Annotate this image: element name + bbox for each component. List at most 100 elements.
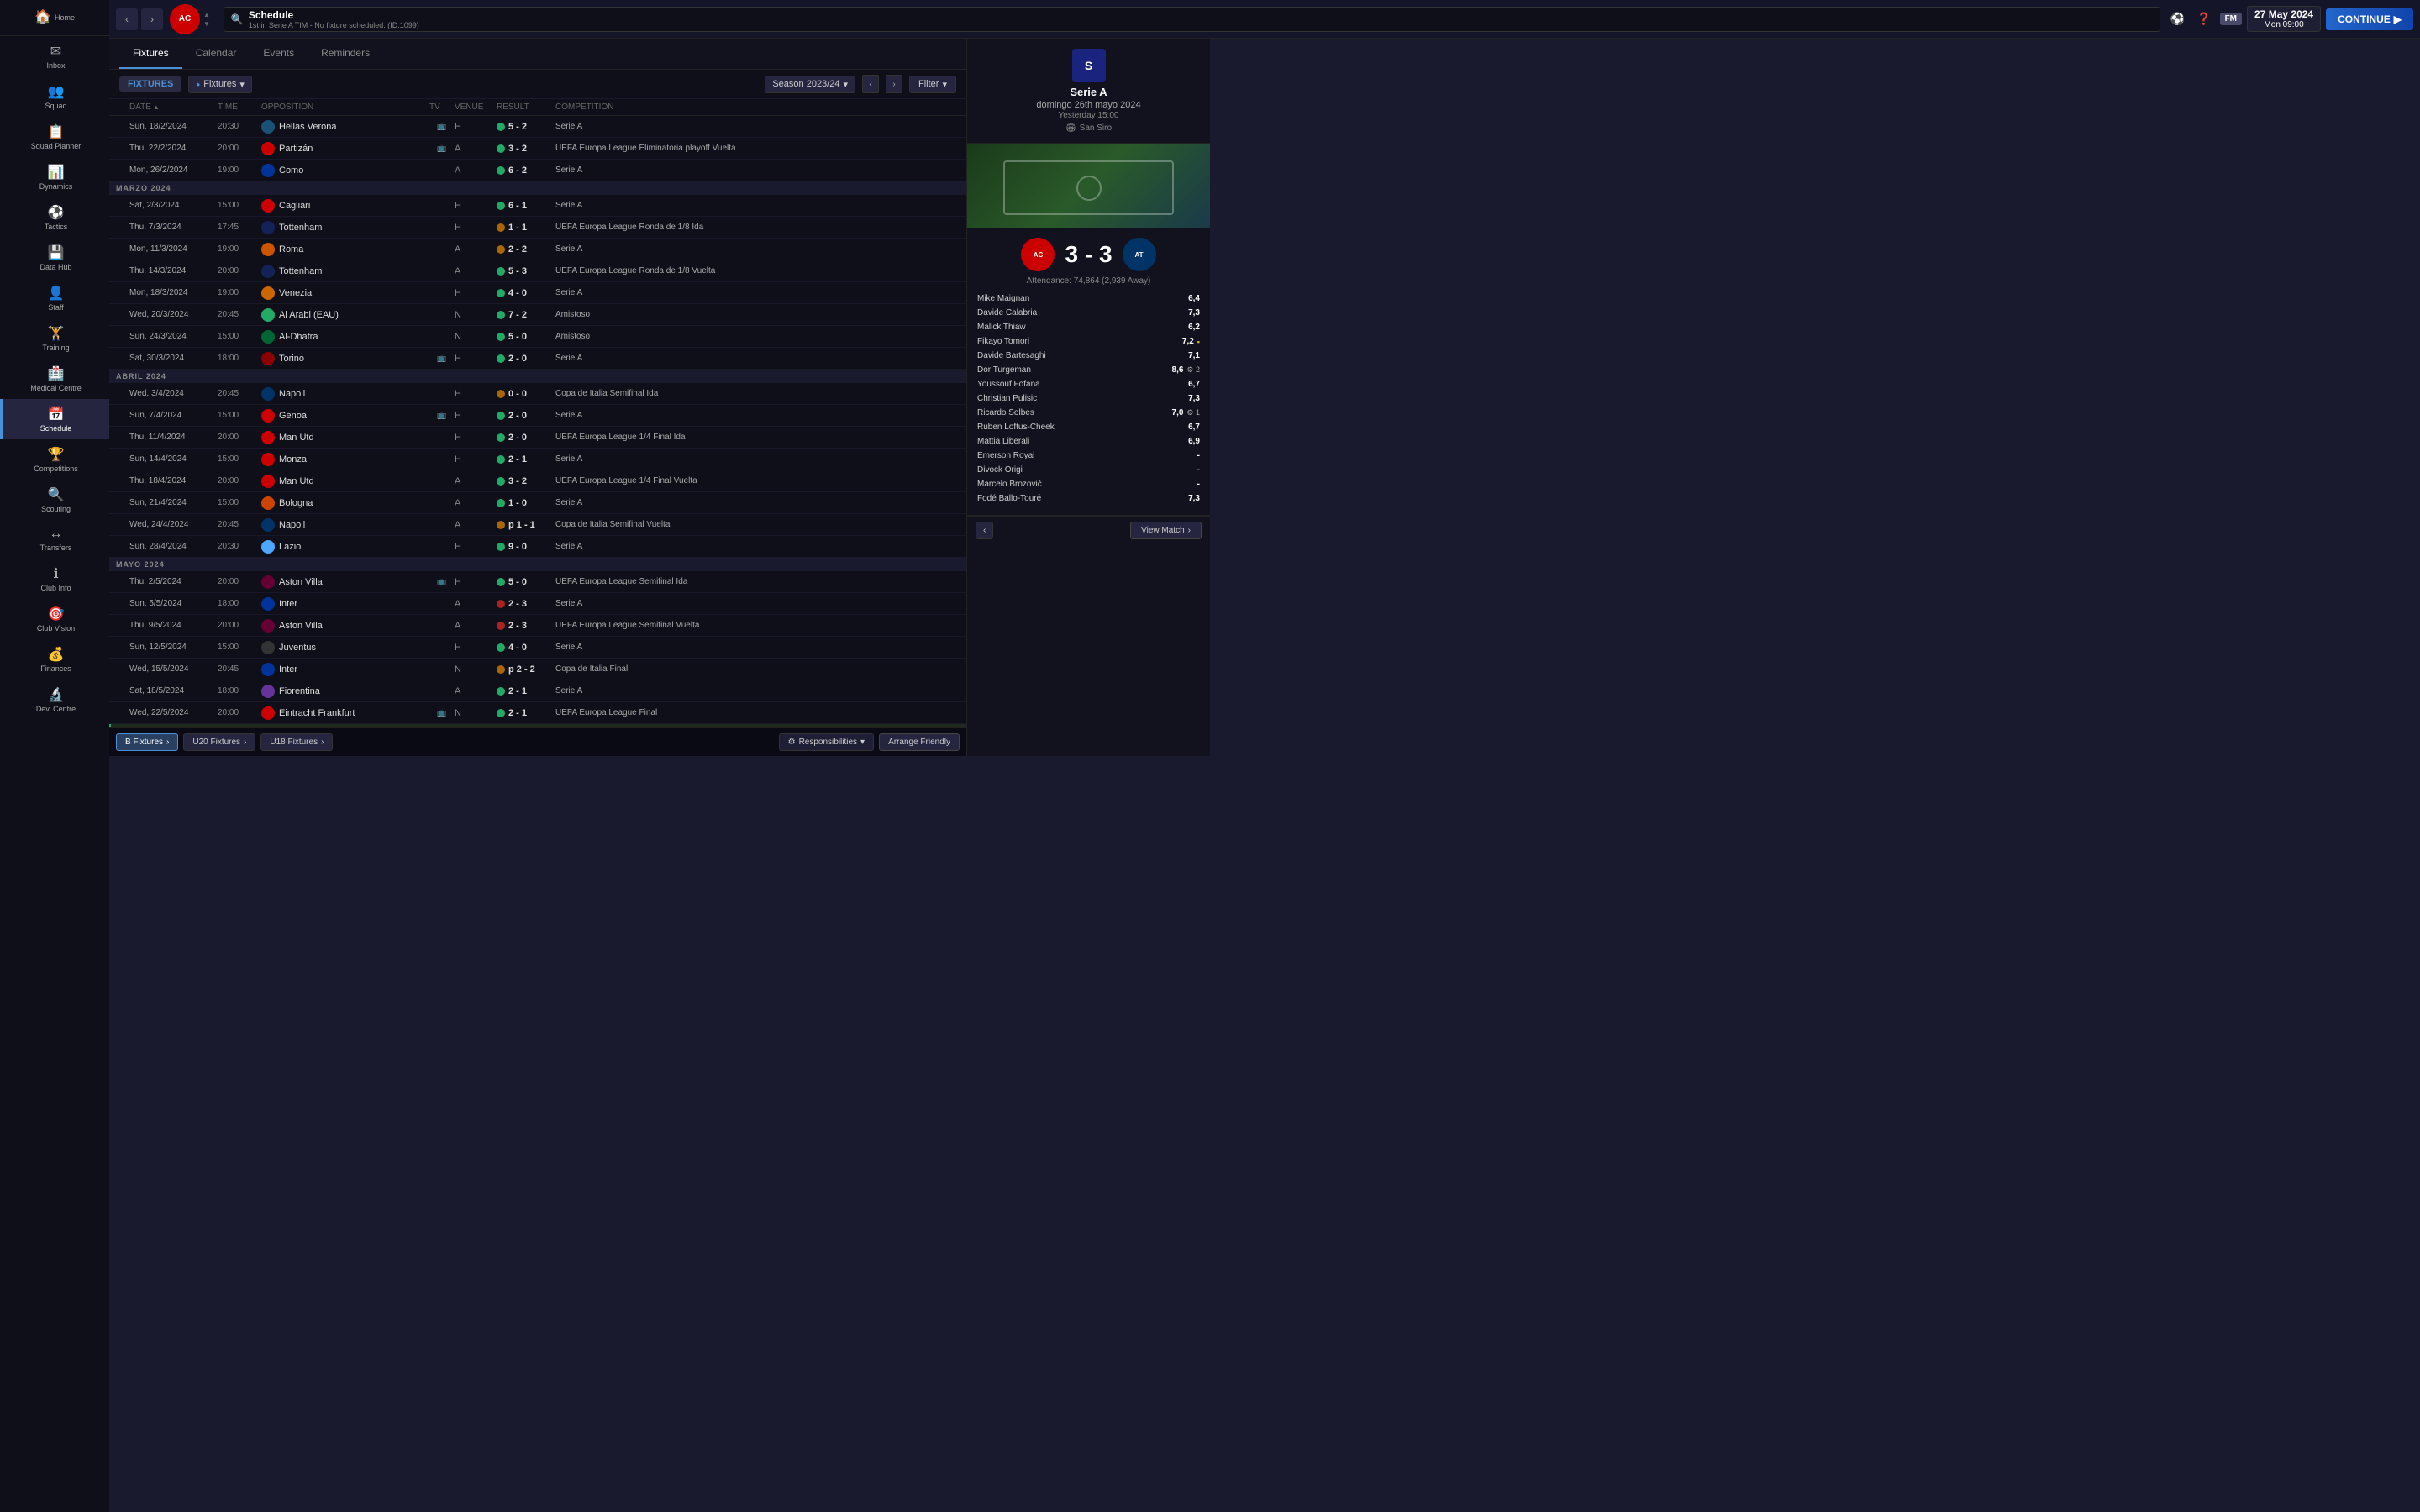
- player-score: 7,2: [1174, 337, 1194, 346]
- fixture-opposition: Cagliari: [261, 199, 429, 213]
- result-score: 6 - 1: [508, 201, 527, 211]
- sidebar-label-staff: Staff: [48, 303, 63, 312]
- search-bar[interactable]: 🔍 Schedule 1st in Serie A TIM - No fixtu…: [224, 7, 2160, 32]
- fixture-opposition: Napoli: [261, 518, 429, 532]
- team-name: Aston Villa: [279, 577, 323, 587]
- fixture-time: 20:00: [218, 433, 261, 442]
- sidebar-item-dev-centre[interactable]: 🔬Dev. Centre: [0, 680, 109, 720]
- table-row[interactable]: Sat, 18/5/2024 18:00 Fiorentina A 2 - 1 …: [109, 680, 966, 702]
- table-row[interactable]: Thu, 22/2/2024 20:00 Partizán 📺 A 3 - 2 …: [109, 138, 966, 160]
- nav-forward-button[interactable]: ›: [141, 8, 163, 30]
- continue-button[interactable]: CONTINUE ▶: [2326, 8, 2413, 30]
- sidebar-item-squad[interactable]: 👥Squad: [0, 76, 109, 117]
- sidebar-item-transfers[interactable]: ↔Transfers: [0, 520, 109, 559]
- table-row[interactable]: Mon, 26/2/2024 19:00 Como A 6 - 2 Serie …: [109, 160, 966, 181]
- result-dot: [497, 412, 505, 420]
- table-row[interactable]: Wed, 15/5/2024 20:45 Inter N p 2 - 2 Cop…: [109, 659, 966, 680]
- player-score: 6,4: [1180, 294, 1200, 303]
- responsibilities-button[interactable]: ⚙ Responsibilities ▾: [779, 733, 874, 751]
- team-name: Como: [279, 165, 303, 176]
- b-fixtures-button[interactable]: B Fixtures ›: [116, 733, 178, 751]
- help-icon[interactable]: ⚽: [2167, 8, 2188, 29]
- sidebar-item-staff[interactable]: 👤Staff: [0, 278, 109, 318]
- season-select[interactable]: Season 2023/24 ▾: [765, 76, 855, 93]
- table-row[interactable]: Sun, 21/4/2024 15:00 Bologna A 1 - 0 Ser…: [109, 492, 966, 514]
- sidebar-item-tactics[interactable]: ⚽Tactics: [0, 197, 109, 238]
- table-row[interactable]: Sat, 2/3/2024 15:00 Cagliari H 6 - 1 Ser…: [109, 195, 966, 217]
- table-row[interactable]: Thu, 18/4/2024 20:00 Man Utd A 3 - 2 UEF…: [109, 470, 966, 492]
- sidebar-item-competitions[interactable]: 🏆Competitions: [0, 439, 109, 480]
- u20-fixtures-button[interactable]: U20 Fixtures ›: [183, 733, 255, 751]
- tabs: Fixtures Calendar Events Reminders: [109, 39, 966, 70]
- table-row[interactable]: Sun, 7/4/2024 15:00 Genoa 📺 H 2 - 0 Seri…: [109, 405, 966, 427]
- sidebar-item-medical[interactable]: 🏥 Medical Centre: [0, 359, 109, 399]
- prev-match-button[interactable]: ‹: [976, 522, 993, 539]
- sidebar-item-scouting[interactable]: 🔍Scouting: [0, 480, 109, 520]
- tab-reminders[interactable]: Reminders: [308, 39, 383, 69]
- table-row[interactable]: Thu, 9/5/2024 20:00 Aston Villa A 2 - 3 …: [109, 615, 966, 637]
- arrange-friendly-button[interactable]: Arrange Friendly: [879, 733, 960, 751]
- sidebar-item-dynamics[interactable]: 📊Dynamics: [0, 157, 109, 197]
- sidebar-item-training[interactable]: 🏋Training: [0, 318, 109, 359]
- table-row[interactable]: Sun, 18/2/2024 20:30 Hellas Verona 📺 H 5…: [109, 116, 966, 138]
- fixture-opposition: Inter: [261, 663, 429, 676]
- sidebar-item-inbox[interactable]: ✉Inbox: [0, 36, 109, 76]
- filter-button[interactable]: Filter ▾: [909, 76, 956, 93]
- medical-icon: 🏥: [48, 365, 65, 382]
- continue-label: CONTINUE: [2338, 13, 2391, 25]
- prev-season-button[interactable]: ‹: [862, 75, 879, 93]
- team-badge: [261, 518, 275, 532]
- table-row[interactable]: Mon, 11/3/2024 19:00 Roma A 2 - 2 Serie …: [109, 239, 966, 260]
- fixture-opposition: Inter: [261, 597, 429, 611]
- u18-fixtures-button[interactable]: U18 Fixtures ›: [260, 733, 333, 751]
- table-row[interactable]: Thu, 2/5/2024 20:00 Aston Villa 📺 H 5 - …: [109, 571, 966, 593]
- fixture-opposition: Tottenham: [261, 221, 429, 234]
- table-row[interactable]: Sat, 30/3/2024 18:00 Torino 📺 H 2 - 0 Se…: [109, 348, 966, 370]
- settings-icon[interactable]: ❓: [2193, 8, 2214, 29]
- sidebar-item-club-info[interactable]: ℹClub Info: [0, 559, 109, 599]
- team-badge: [261, 540, 275, 554]
- resp-icon: ⚙: [788, 738, 796, 747]
- table-row[interactable]: Wed, 3/4/2024 20:45 Napoli H 0 - 0 Copa …: [109, 383, 966, 405]
- player-score: 6,9: [1180, 437, 1200, 446]
- fixtures-dropdown[interactable]: ● Fixtures ▾: [188, 76, 252, 93]
- sidebar-item-squad-planner[interactable]: 📋Squad Planner: [0, 117, 109, 157]
- table-row[interactable]: Sun, 5/5/2024 18:00 Inter A 2 - 3 Serie …: [109, 593, 966, 615]
- team-name: Eintracht Frankfurt: [279, 708, 355, 718]
- nav-back-button[interactable]: ‹: [116, 8, 138, 30]
- sidebar-label-medical: Medical Centre: [30, 384, 82, 392]
- table-row[interactable]: Wed, 20/3/2024 20:45 Al Arabi (EAU) N 7 …: [109, 304, 966, 326]
- fixture-competition: Serie A: [555, 686, 960, 696]
- fixture-competition: Serie A: [555, 244, 960, 254]
- table-row[interactable]: Sun, 12/5/2024 15:00 Juventus H 4 - 0 Se…: [109, 637, 966, 659]
- sidebar-item-schedule[interactable]: 📅Schedule: [0, 399, 109, 439]
- sidebar-item-club-vision[interactable]: 🎯Club Vision: [0, 599, 109, 639]
- table-row[interactable]: Thu, 7/3/2024 17:45 Tottenham H 1 - 1 UE…: [109, 217, 966, 239]
- table-row[interactable]: Thu, 14/3/2024 20:00 Tottenham A 5 - 3 U…: [109, 260, 966, 282]
- player-rating-row: Youssouf Fofana 6,7: [977, 378, 1200, 391]
- result-dot: [497, 643, 505, 652]
- sidebar-home[interactable]: 🏠 Home: [0, 0, 109, 36]
- sidebar-item-finances[interactable]: 💰Finances: [0, 639, 109, 680]
- fixture-date: Wed, 3/4/2024: [129, 389, 218, 398]
- sidebar-label-training: Training: [42, 344, 69, 352]
- sidebar-label-data-hub: Data Hub: [39, 263, 71, 271]
- tactics-icon: ⚽: [48, 204, 65, 221]
- table-row[interactable]: Thu, 11/4/2024 20:00 Man Utd H 2 - 0 UEF…: [109, 427, 966, 449]
- sidebar-item-data-hub[interactable]: 💾Data Hub: [0, 238, 109, 278]
- view-match-arrow: ›: [1188, 526, 1191, 535]
- result-dot: [497, 223, 505, 232]
- table-row[interactable]: Wed, 22/5/2024 20:00 Eintracht Frankfurt…: [109, 702, 966, 724]
- tab-events[interactable]: Events: [250, 39, 308, 69]
- tab-calendar[interactable]: Calendar: [182, 39, 250, 69]
- header-date[interactable]: DATE ▲: [129, 102, 218, 112]
- table-row[interactable]: Sun, 28/4/2024 20:30 Lazio H 9 - 0 Serie…: [109, 536, 966, 558]
- table-row[interactable]: Wed, 24/4/2024 20:45 Napoli A p 1 - 1 Co…: [109, 514, 966, 536]
- table-row[interactable]: Sun, 24/3/2024 15:00 Al-Dhafra N 5 - 0 A…: [109, 326, 966, 348]
- table-row[interactable]: Mon, 18/3/2024 19:00 Venezia H 4 - 0 Ser…: [109, 282, 966, 304]
- next-season-button[interactable]: ›: [886, 75, 902, 93]
- view-match-button[interactable]: View Match ›: [1130, 522, 1202, 539]
- table-row[interactable]: Sun, 14/4/2024 15:00 Monza H 2 - 1 Serie…: [109, 449, 966, 470]
- fixture-date: Wed, 15/5/2024: [129, 664, 218, 674]
- tab-fixtures[interactable]: Fixtures: [119, 39, 182, 69]
